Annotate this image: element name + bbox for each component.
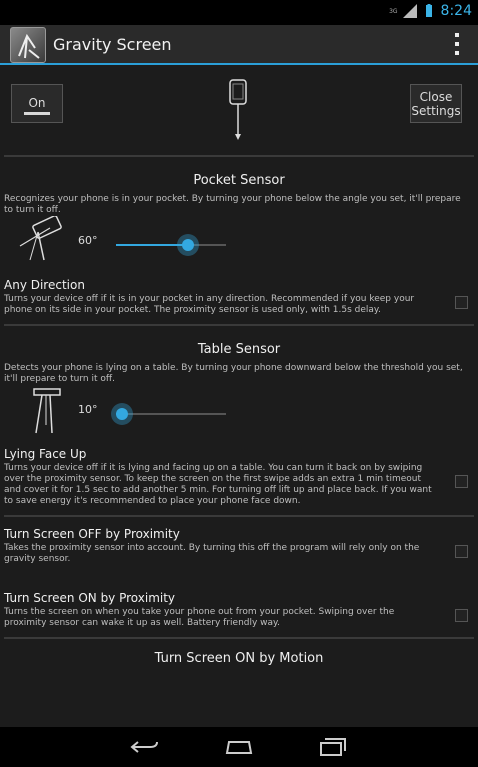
lying-face-up-option[interactable]: Lying Face Up Turns your device off if i… (0, 443, 478, 515)
screen-on-proximity-checkbox[interactable] (455, 609, 468, 622)
app-title: Gravity Screen (53, 35, 172, 54)
back-icon[interactable] (129, 736, 161, 758)
app-icon[interactable] (10, 27, 46, 63)
battery-icon (425, 4, 432, 17)
table-sensor-title: Table Sensor (197, 342, 281, 357)
navigation-bar (0, 727, 478, 767)
on-label: On (28, 96, 46, 110)
pocket-angle-value: 60° (78, 234, 98, 247)
screen-on-proximity-title: Turn Screen ON by Proximity (4, 591, 176, 605)
screen-off-proximity-title: Turn Screen OFF by Proximity (4, 527, 180, 541)
screen-off-proximity-checkbox[interactable] (455, 545, 468, 558)
lying-face-up-title: Lying Face Up (4, 447, 87, 461)
status-bar: 3G 8:24 (0, 0, 478, 25)
screen-on-proximity-option[interactable]: Turn Screen ON by Proximity Turns the sc… (0, 573, 478, 637)
top-controls: On Close Settings (0, 67, 478, 155)
pocket-sensor-title: Pocket Sensor (193, 173, 285, 188)
on-indicator (24, 112, 50, 115)
screen-off-proximity-option[interactable]: Turn Screen OFF by Proximity Takes the p… (0, 517, 478, 573)
table-slider-thumb[interactable] (110, 403, 133, 425)
table-slider-row: 10° (0, 385, 478, 443)
table-angle-value: 10° (78, 403, 98, 416)
table-sensor-description: Detects your phone is lying on a table. … (4, 363, 463, 384)
screen-off-proximity-description: Takes the proximity sensor into account.… (4, 543, 420, 564)
pocket-slider-row: 60° (0, 216, 478, 274)
pocket-sensor-description: Recognizes your phone is in your pocket.… (4, 194, 461, 215)
home-icon[interactable] (223, 736, 255, 758)
any-direction-title: Any Direction (4, 278, 85, 292)
any-direction-description: Turns your device off if it is in your p… (4, 294, 415, 315)
on-toggle-button[interactable]: On (11, 84, 63, 123)
close-settings-button[interactable]: Close Settings (410, 84, 462, 123)
lying-face-up-checkbox[interactable] (455, 475, 468, 488)
phone-graphic-icon (229, 79, 247, 140)
lying-face-up-description: Turns your device off if it is lying and… (4, 463, 432, 506)
signal-icon (402, 4, 417, 18)
any-direction-checkbox[interactable] (455, 296, 468, 309)
screen-on-motion-title: Turn Screen ON by Motion (154, 651, 324, 666)
table-angle-icon (33, 388, 61, 434)
screen-on-proximity-description: Turns the screen on when you take your p… (4, 607, 395, 628)
table-slider-track[interactable] (116, 413, 226, 415)
pocket-slider-thumb[interactable] (176, 234, 199, 256)
clock: 8:24 (440, 3, 472, 19)
recents-icon[interactable] (317, 736, 349, 758)
any-direction-option[interactable]: Any Direction Turns your device off if i… (0, 274, 478, 324)
action-bar: Gravity Screen (0, 25, 478, 65)
settings-content[interactable]: On Close Settings Pocket Sensor Recogniz… (0, 67, 478, 727)
pocket-angle-icon (19, 216, 62, 261)
overflow-menu-icon[interactable] (454, 33, 460, 55)
pocket-slider-track[interactable] (116, 244, 226, 246)
network-label: 3G (389, 7, 398, 15)
